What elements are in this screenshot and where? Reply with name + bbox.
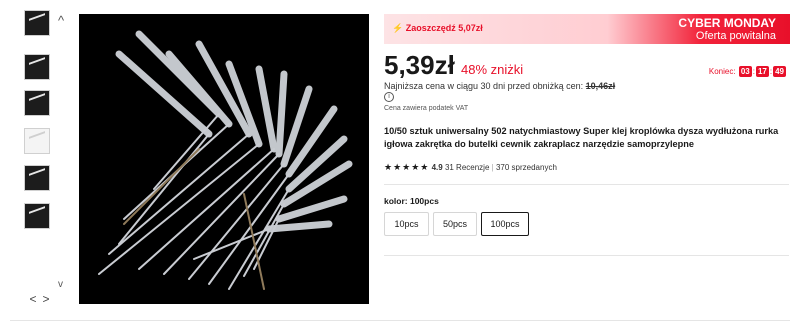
thumbnail-4[interactable] [24, 128, 50, 154]
variant-option-50pcs[interactable]: 50pcs [433, 212, 477, 236]
thumbnail-scroll-up-icon[interactable]: ^ [58, 14, 64, 27]
thumbnail-scroll-down-icon[interactable]: v [58, 278, 63, 291]
main-product-image[interactable] [79, 14, 369, 304]
sold-count: 370 sprzedanych [495, 163, 557, 172]
info-icon[interactable]: i [384, 92, 394, 102]
countdown-seconds: 49 [773, 66, 786, 77]
lowest-price-text: Najniższa cena w ciągu 30 dni przed obni… [384, 81, 584, 91]
star-rating-icon: ★★★★★ [384, 162, 430, 172]
lowest-price-note: Najniższa cena w ciągu 30 dni przed obni… [384, 81, 615, 91]
lowest-price-value: 10,46zł [585, 81, 616, 91]
thumbnail-image [29, 13, 45, 33]
product-photo [98, 30, 353, 290]
variant-option-100pcs[interactable]: 100pcs [481, 212, 529, 236]
thumbnail-5[interactable] [24, 165, 50, 191]
thumbnail-image [29, 206, 45, 226]
thumbnail-3[interactable] [24, 90, 50, 116]
rating-score: 4.9 [431, 163, 443, 172]
page-divider [10, 320, 790, 321]
discount-label: 48% zniżki [461, 62, 524, 77]
previous-image-button[interactable]: < [27, 293, 39, 306]
promo-banner: ⚡ Zaoszczędź 5,07zł CYBER MONDAY Oferta … [384, 14, 790, 44]
variant-label: kolor: 100pcs [384, 196, 439, 206]
divider [384, 255, 789, 256]
banner-title: CYBER MONDAY [678, 16, 776, 30]
thumbnail-image [29, 168, 45, 188]
cyber-monday-label: CYBER MONDAY Oferta powitalna [678, 16, 776, 43]
variant-option-10pcs[interactable]: 10pcs [384, 212, 429, 236]
product-title: 10/50 sztuk uniwersalny 502 natychmiasto… [384, 126, 779, 149]
rating-separator: | [491, 163, 494, 172]
thumbnail-1[interactable] [24, 10, 50, 36]
current-price: 5,39zł [384, 50, 455, 80]
vat-note: Cena zawiera podatek VAT [384, 105, 469, 112]
countdown-label: Koniec: [708, 67, 736, 76]
thumbnail-image [29, 57, 45, 77]
banner-subtitle: Oferta powitalna [695, 30, 776, 42]
countdown-minutes: 17 [755, 66, 769, 77]
thumbnail-6[interactable] [24, 203, 50, 229]
thumbnail-2[interactable] [24, 54, 50, 80]
thumbnail-image [29, 93, 45, 113]
rating-row: ★★★★★ 4.9 31 Recenzje | 370 sprzedanych [384, 162, 557, 173]
reviews-link[interactable]: 31 Recenzje [445, 163, 489, 172]
savings-label: Zaoszczędź 5,07zł [405, 23, 483, 33]
countdown-hours: 03 [738, 66, 752, 77]
thumbnail-image [29, 131, 45, 151]
next-image-button[interactable]: > [40, 293, 52, 306]
savings-text: ⚡ Zaoszczędź 5,07zł [392, 23, 483, 33]
countdown-timer: Koniec: 03:17:49 [708, 66, 786, 77]
divider [384, 184, 789, 185]
